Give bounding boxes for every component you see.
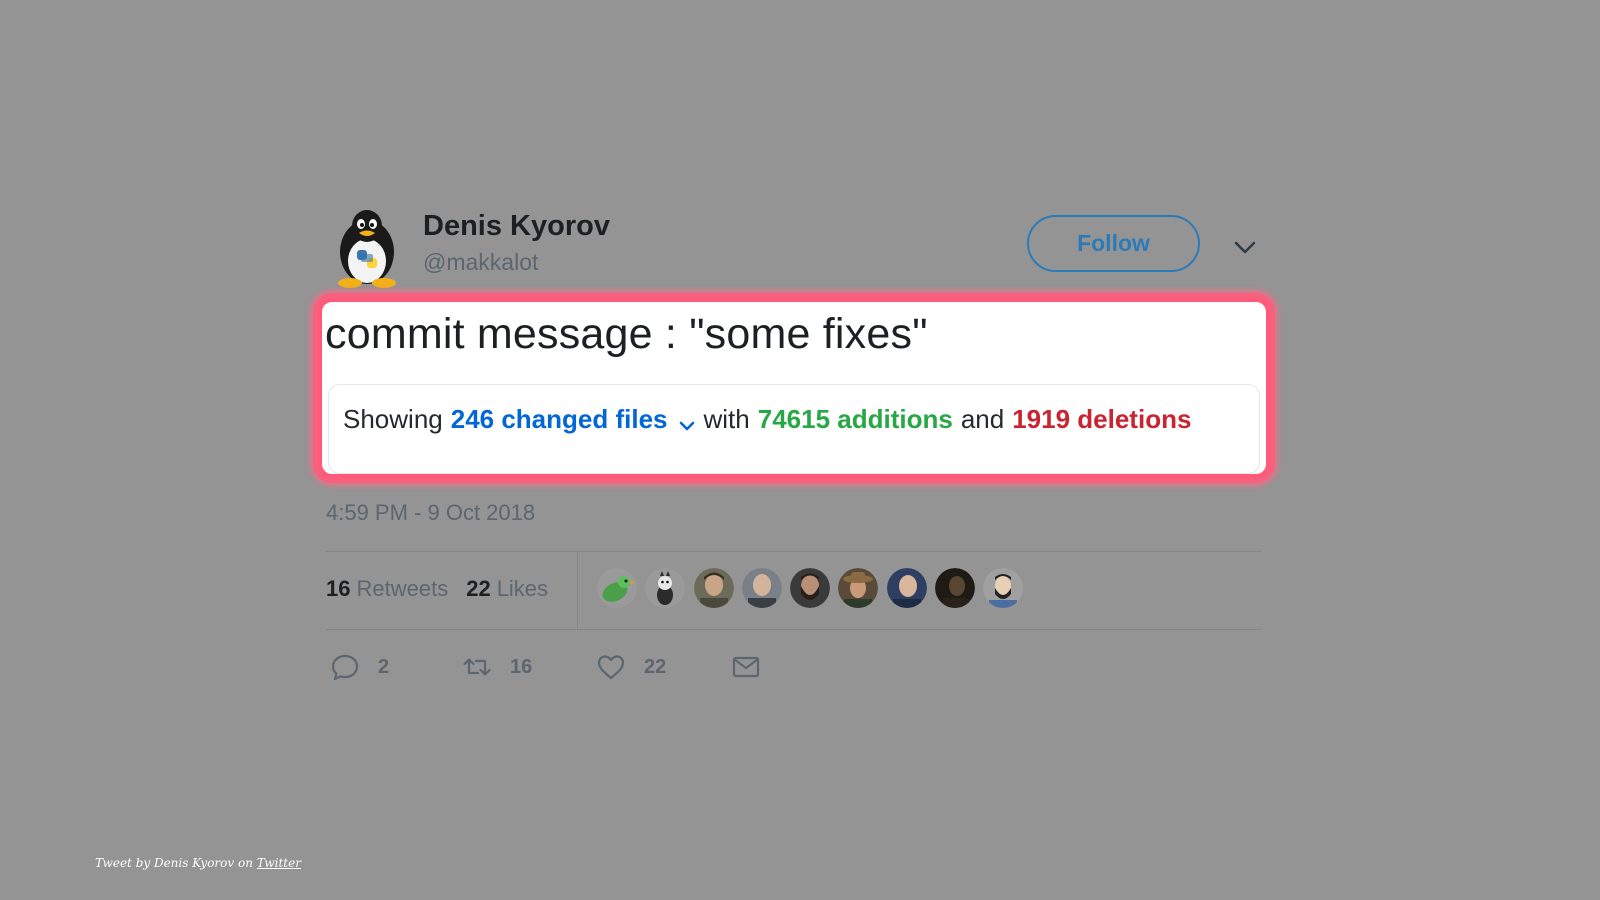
retweets-count: 16 <box>326 576 351 601</box>
chevron-down-icon <box>1234 241 1256 254</box>
cartoon-character-avatar[interactable] <box>645 568 686 608</box>
tux-python-penguin-icon <box>338 210 396 288</box>
retweets-stat[interactable]: 16 Retweets <box>326 576 448 602</box>
more-options-button[interactable] <box>1232 236 1258 258</box>
likes-stat[interactable]: 22 Likes <box>466 576 548 602</box>
reply-count: 2 <box>378 655 390 678</box>
highlighted-tweet-content: commit message : "some fixes" Showing 24… <box>318 298 1270 478</box>
envelope-icon <box>732 656 760 678</box>
tweet-stats: 16 Retweets 22 Likes <box>326 576 566 602</box>
showing-label: Showing <box>343 404 443 434</box>
retweet-button[interactable]: 16 <box>462 652 532 682</box>
stats-separator <box>577 552 578 628</box>
additions-count: 74615 additions <box>757 404 953 434</box>
direct-message-button[interactable] <box>731 652 761 682</box>
likes-count: 22 <box>466 576 491 601</box>
retweet-icon <box>463 658 491 676</box>
author-avatar[interactable] <box>330 206 404 288</box>
deletions-count: 1919 deletions <box>1012 404 1192 434</box>
heart-icon <box>597 655 625 680</box>
man-portrait-avatar[interactable] <box>886 568 927 608</box>
like-button[interactable]: 22 <box>596 652 666 682</box>
tweet-action-bar: 2 16 22 <box>330 652 830 686</box>
like-count: 22 <box>644 655 667 678</box>
tweet-text: commit message : "some fixes" <box>325 310 928 358</box>
green-bird-avatar[interactable] <box>597 568 637 608</box>
likes-label: Likes <box>496 576 549 601</box>
diff-summary-line: Showing 246 changed files with 74615 add… <box>343 404 1191 435</box>
follow-button[interactable]: Follow <box>1027 215 1200 272</box>
author-display-name[interactable]: Denis Kyorov <box>423 210 610 243</box>
retweet-count: 16 <box>510 655 533 678</box>
man-with-hat-avatar[interactable] <box>838 568 879 608</box>
reply-button[interactable]: 2 <box>330 652 389 682</box>
dark-photo-avatar[interactable] <box>935 568 976 608</box>
author-handle[interactable]: @makkalot <box>423 249 538 276</box>
divider-top <box>326 551 1261 552</box>
with-label: with <box>703 404 750 434</box>
bearded-man-avatar[interactable] <box>790 568 831 608</box>
reply-icon <box>331 654 359 681</box>
liker-avatars <box>597 568 1032 608</box>
bald-man-avatar[interactable] <box>741 568 782 608</box>
tweet-credit: Tweet by Denis Kyorov on Twitter <box>95 856 301 870</box>
caret-down-icon <box>678 411 696 430</box>
cartoon-bearded-man-avatar[interactable] <box>983 568 1024 608</box>
tweet-timestamp[interactable]: 4:59 PM - 9 Oct 2018 <box>326 500 535 526</box>
github-diff-summary-card: Showing 246 changed files with 74615 add… <box>328 384 1260 474</box>
twitter-link[interactable]: Twitter <box>257 856 301 870</box>
man-photo-avatar[interactable] <box>693 568 734 608</box>
changed-files-link[interactable]: 246 changed files <box>451 404 668 435</box>
retweets-label: Retweets <box>356 576 449 601</box>
divider-bottom <box>326 629 1261 630</box>
credit-prefix: Tweet by Denis Kyorov on <box>95 856 253 870</box>
and-label: and <box>960 404 1005 434</box>
